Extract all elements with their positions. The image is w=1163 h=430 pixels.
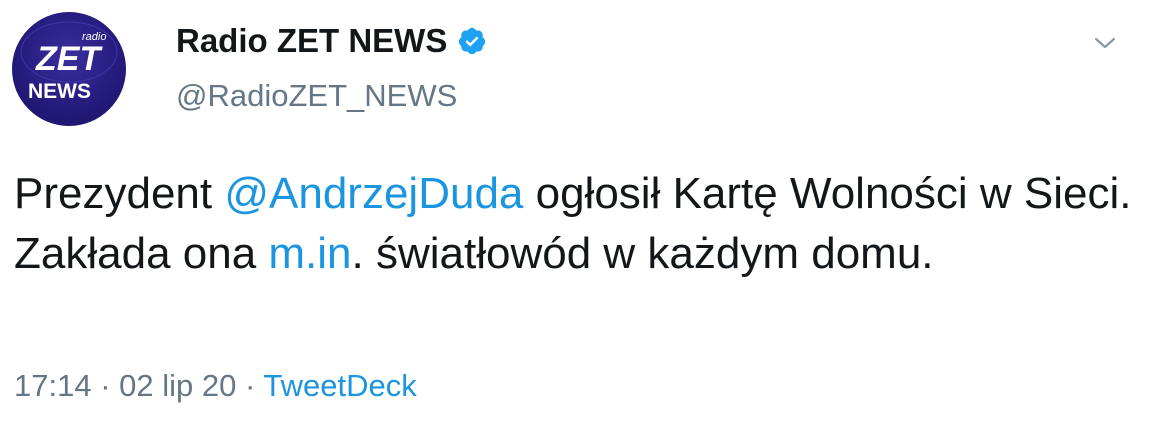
source-app-link[interactable]: TweetDeck — [263, 368, 416, 403]
display-name-text[interactable]: Radio ZET NEWS — [176, 22, 447, 60]
radio-zet-news-logo: radio ZET NEWS — [20, 21, 118, 103]
tweet-metadata: 17:14 · 02 lip 20 · TweetDeck — [14, 368, 417, 404]
user-handle[interactable]: @RadioZET_NEWS — [176, 78, 457, 114]
tweet-text-part: Prezydent — [14, 169, 225, 218]
separator: · — [236, 368, 264, 403]
display-name[interactable]: Radio ZET NEWS — [176, 22, 487, 60]
svg-text:ZET: ZET — [35, 40, 103, 78]
verified-badge-icon — [459, 27, 486, 55]
svg-text:NEWS: NEWS — [28, 80, 91, 103]
avatar[interactable]: radio ZET NEWS — [12, 12, 126, 126]
tweet-text: Prezydent @AndrzejDuda ogłosił Kartę Wol… — [14, 164, 1134, 284]
tweet-text-part: . światłowód w każdym domu. — [351, 229, 934, 278]
tweet-menu-button[interactable] — [1088, 28, 1122, 58]
chevron-down-icon — [1094, 37, 1116, 49]
separator: · — [91, 368, 120, 403]
tweet-date[interactable]: 02 lip 20 — [119, 368, 236, 403]
tweet-time[interactable]: 17:14 — [14, 368, 92, 403]
mention-link[interactable]: @AndrzejDuda — [224, 169, 523, 218]
url-link[interactable]: m.in — [268, 229, 351, 278]
